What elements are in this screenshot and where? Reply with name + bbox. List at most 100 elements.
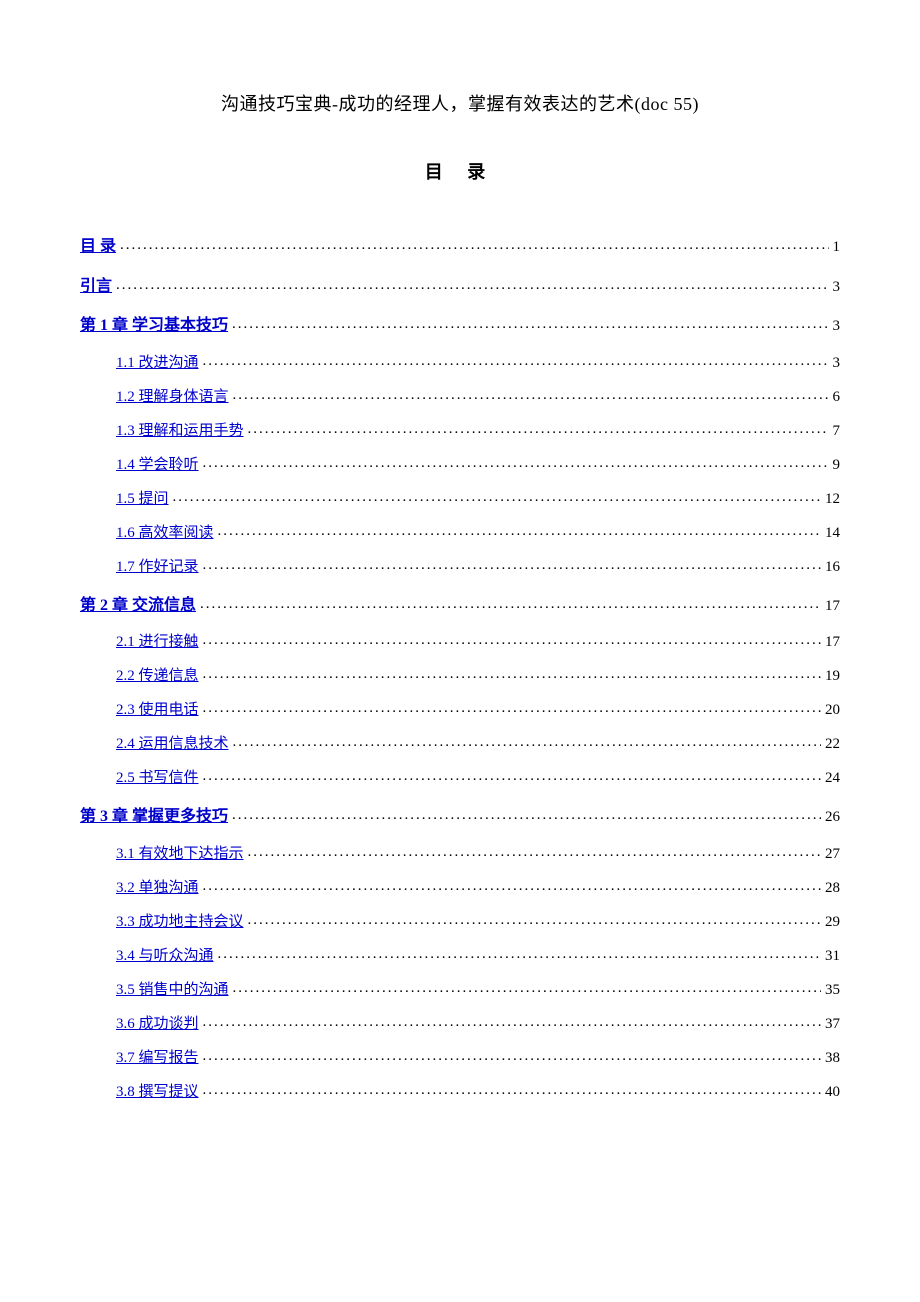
toc-section-entry: 3.7 编写报告 38: [80, 1046, 840, 1070]
toc-page-number: 3: [833, 275, 841, 299]
toc-section-entry: 1.5 提问12: [80, 487, 840, 511]
toc-link[interactable]: 2.4 运用信息技术: [116, 732, 229, 756]
toc-page-number: 9: [833, 453, 841, 477]
toc-chapter-entry: 引言 3: [80, 274, 840, 300]
toc-page-number: 17: [825, 630, 840, 654]
toc-section-entry: 1.4 学会聆听 9: [80, 453, 840, 477]
document-title: 沟通技巧宝典-成功的经理人，掌握有效表达的艺术(doc 55): [80, 90, 840, 116]
toc-section-entry: 2.2 传递信息 19: [80, 664, 840, 688]
toc-page-number: 26: [825, 805, 840, 829]
toc-heading: 目 录: [80, 158, 840, 184]
toc-page-number: 7: [833, 419, 841, 443]
toc-link[interactable]: 3.8 撰写提议: [116, 1080, 199, 1104]
toc-link[interactable]: 目 录: [80, 234, 116, 260]
toc-section-entry: 3.4 与听众沟通 31: [80, 944, 840, 968]
toc-link[interactable]: 3.2 单独沟通: [116, 876, 199, 900]
toc-section-entry: 2.3 使用电话 20: [80, 698, 840, 722]
toc-dot-leader: [120, 232, 828, 258]
toc-page-number: 24: [825, 766, 840, 790]
toc-page-number: 38: [825, 1046, 840, 1070]
toc-dot-leader: [203, 553, 821, 577]
toc-chapter-entry: 第 1 章 学习基本技巧 3: [80, 313, 840, 339]
toc-link[interactable]: 2.3 使用电话: [116, 698, 199, 722]
toc-dot-leader: [248, 417, 829, 441]
toc-page-number: 3: [833, 351, 841, 375]
toc-link[interactable]: 引言: [80, 274, 112, 300]
toc-dot-leader: [218, 519, 821, 543]
toc-dot-leader: [203, 349, 829, 373]
toc-dot-leader: [232, 802, 821, 828]
toc-dot-leader: [200, 591, 821, 617]
toc-link[interactable]: 3.4 与听众沟通: [116, 944, 214, 968]
toc-link[interactable]: 2.5 书写信件: [116, 766, 199, 790]
toc-dot-leader: [203, 662, 821, 686]
toc-link[interactable]: 3.1 有效地下达指示: [116, 842, 244, 866]
toc-section-entry: 1.3 理解和运用手势 7: [80, 419, 840, 443]
toc-link[interactable]: 1.5 提问: [116, 487, 169, 511]
toc-page-number: 27: [825, 842, 840, 866]
toc-section-entry: 1.7 作好记录 16: [80, 555, 840, 579]
table-of-contents: 目 录 1 引言 3 第 1 章 学习基本技巧 3 1.1 改进沟通 3 1.2 理解身体语言 6…: [80, 234, 840, 1104]
toc-section-entry: 3.3 成功地主持会议 29: [80, 910, 840, 934]
toc-page-number: 6: [833, 385, 841, 409]
toc-link[interactable]: 3.7 编写报告: [116, 1046, 199, 1070]
toc-link[interactable]: 1.3 理解和运用手势: [116, 419, 244, 443]
toc-link[interactable]: 1.4 学会聆听: [116, 453, 199, 477]
toc-dot-leader: [116, 272, 828, 298]
toc-chapter-entry: 第 3 章 掌握更多技巧 26: [80, 804, 840, 830]
toc-page-number: 19: [825, 664, 840, 688]
toc-subsection-list: 1.1 改进沟通 3 1.2 理解身体语言 6 1.3 理解和运用手势 7 1.4 学会聆听…: [80, 351, 840, 579]
toc-dot-leader: [232, 311, 828, 337]
toc-dot-leader: [248, 840, 821, 864]
toc-page-number: 29: [825, 910, 840, 934]
toc-section-entry: 2.1 进行接触 17: [80, 630, 840, 654]
toc-section-entry: 2.5 书写信件 24: [80, 766, 840, 790]
toc-link[interactable]: 1.2 理解身体语言: [116, 385, 229, 409]
toc-chapter-entry: 第 2 章 交流信息17: [80, 593, 840, 619]
toc-link[interactable]: 第 2 章 交流信息: [80, 593, 196, 619]
toc-section-entry: 3.1 有效地下达指示 27: [80, 842, 840, 866]
toc-page-number: 16: [825, 555, 840, 579]
toc-section-entry: 3.6 成功谈判 37: [80, 1012, 840, 1036]
toc-subsection-list: 3.1 有效地下达指示 27 3.2 单独沟通 28 3.3 成功地主持会议 29 3.4 …: [80, 842, 840, 1104]
toc-link[interactable]: 1.1 改进沟通: [116, 351, 199, 375]
toc-dot-leader: [203, 696, 821, 720]
toc-page-number: 3: [833, 314, 841, 338]
toc-section-entry: 1.2 理解身体语言 6: [80, 385, 840, 409]
toc-section-entry: 2.4 运用信息技术 22: [80, 732, 840, 756]
toc-page-number: 1: [833, 235, 841, 259]
toc-dot-leader: [203, 874, 821, 898]
toc-section-entry: 3.5 销售中的沟通 35: [80, 978, 840, 1002]
toc-link[interactable]: 3.3 成功地主持会议: [116, 910, 244, 934]
toc-page-number: 35: [825, 978, 840, 1002]
toc-link[interactable]: 1.7 作好记录: [116, 555, 199, 579]
toc-link[interactable]: 第 1 章 学习基本技巧: [80, 313, 228, 339]
toc-link[interactable]: 3.5 销售中的沟通: [116, 978, 229, 1002]
toc-link[interactable]: 2.1 进行接触: [116, 630, 199, 654]
toc-section-entry: 3.2 单独沟通 28: [80, 876, 840, 900]
toc-dot-leader: [203, 451, 829, 475]
toc-page-number: 28: [825, 876, 840, 900]
toc-dot-leader: [218, 942, 821, 966]
toc-section-entry: 3.8 撰写提议40: [80, 1080, 840, 1104]
toc-dot-leader: [203, 764, 821, 788]
toc-dot-leader: [233, 976, 821, 1000]
toc-link[interactable]: 1.6 高效率阅读: [116, 521, 214, 545]
toc-link[interactable]: 3.6 成功谈判: [116, 1012, 199, 1036]
toc-dot-leader: [233, 383, 829, 407]
toc-link[interactable]: 第 3 章 掌握更多技巧: [80, 804, 228, 830]
toc-page-number: 14: [825, 521, 840, 545]
toc-dot-leader: [203, 628, 821, 652]
toc-page-number: 37: [825, 1012, 840, 1036]
toc-dot-leader: [248, 908, 821, 932]
toc-page-number: 22: [825, 732, 840, 756]
toc-subsection-list: 2.1 进行接触 17 2.2 传递信息 19 2.3 使用电话 20 2.4 运用信息技术…: [80, 630, 840, 790]
toc-section-entry: 1.6 高效率阅读 14: [80, 521, 840, 545]
toc-link[interactable]: 2.2 传递信息: [116, 664, 199, 688]
toc-chapter-entry: 目 录 1: [80, 234, 840, 260]
toc-page-number: 31: [825, 944, 840, 968]
toc-dot-leader: [203, 1044, 821, 1068]
toc-dot-leader: [203, 1078, 821, 1102]
toc-page-number: 20: [825, 698, 840, 722]
toc-dot-leader: [233, 730, 821, 754]
